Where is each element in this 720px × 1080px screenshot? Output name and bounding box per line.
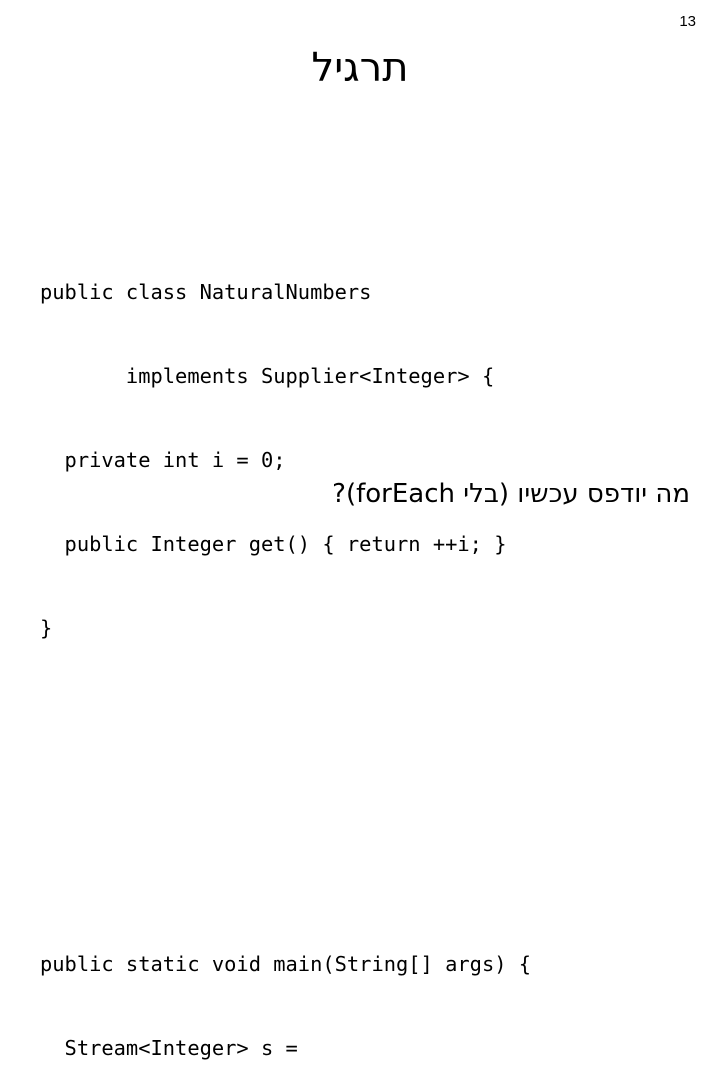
question-text: מה יודפס עכשיו (בלי forEach)? — [332, 479, 690, 509]
code-line: public Integer get() { return ++i; } — [40, 532, 507, 556]
code-line: Stream<Integer> s = — [40, 1036, 298, 1060]
page-title: תרגיל — [311, 45, 409, 91]
slide-canvas: 13 תרגיל public class NaturalNumbers imp… — [0, 0, 720, 1060]
code-line: implements Supplier<Integer> { — [40, 364, 495, 388]
page-number: 13 — [679, 13, 696, 30]
code-block-main: public static void main(String[] args) {… — [40, 894, 710, 1080]
code-area: public class NaturalNumbers implements S… — [40, 138, 710, 1080]
code-line: } — [40, 616, 53, 640]
code-block-natural-numbers: public class NaturalNumbers implements S… — [40, 222, 710, 698]
code-line: private int i = 0; — [40, 448, 286, 472]
code-line: public class NaturalNumbers — [40, 280, 372, 304]
code-spacer — [40, 782, 710, 810]
code-line: public static void main(String[] args) { — [40, 952, 532, 976]
